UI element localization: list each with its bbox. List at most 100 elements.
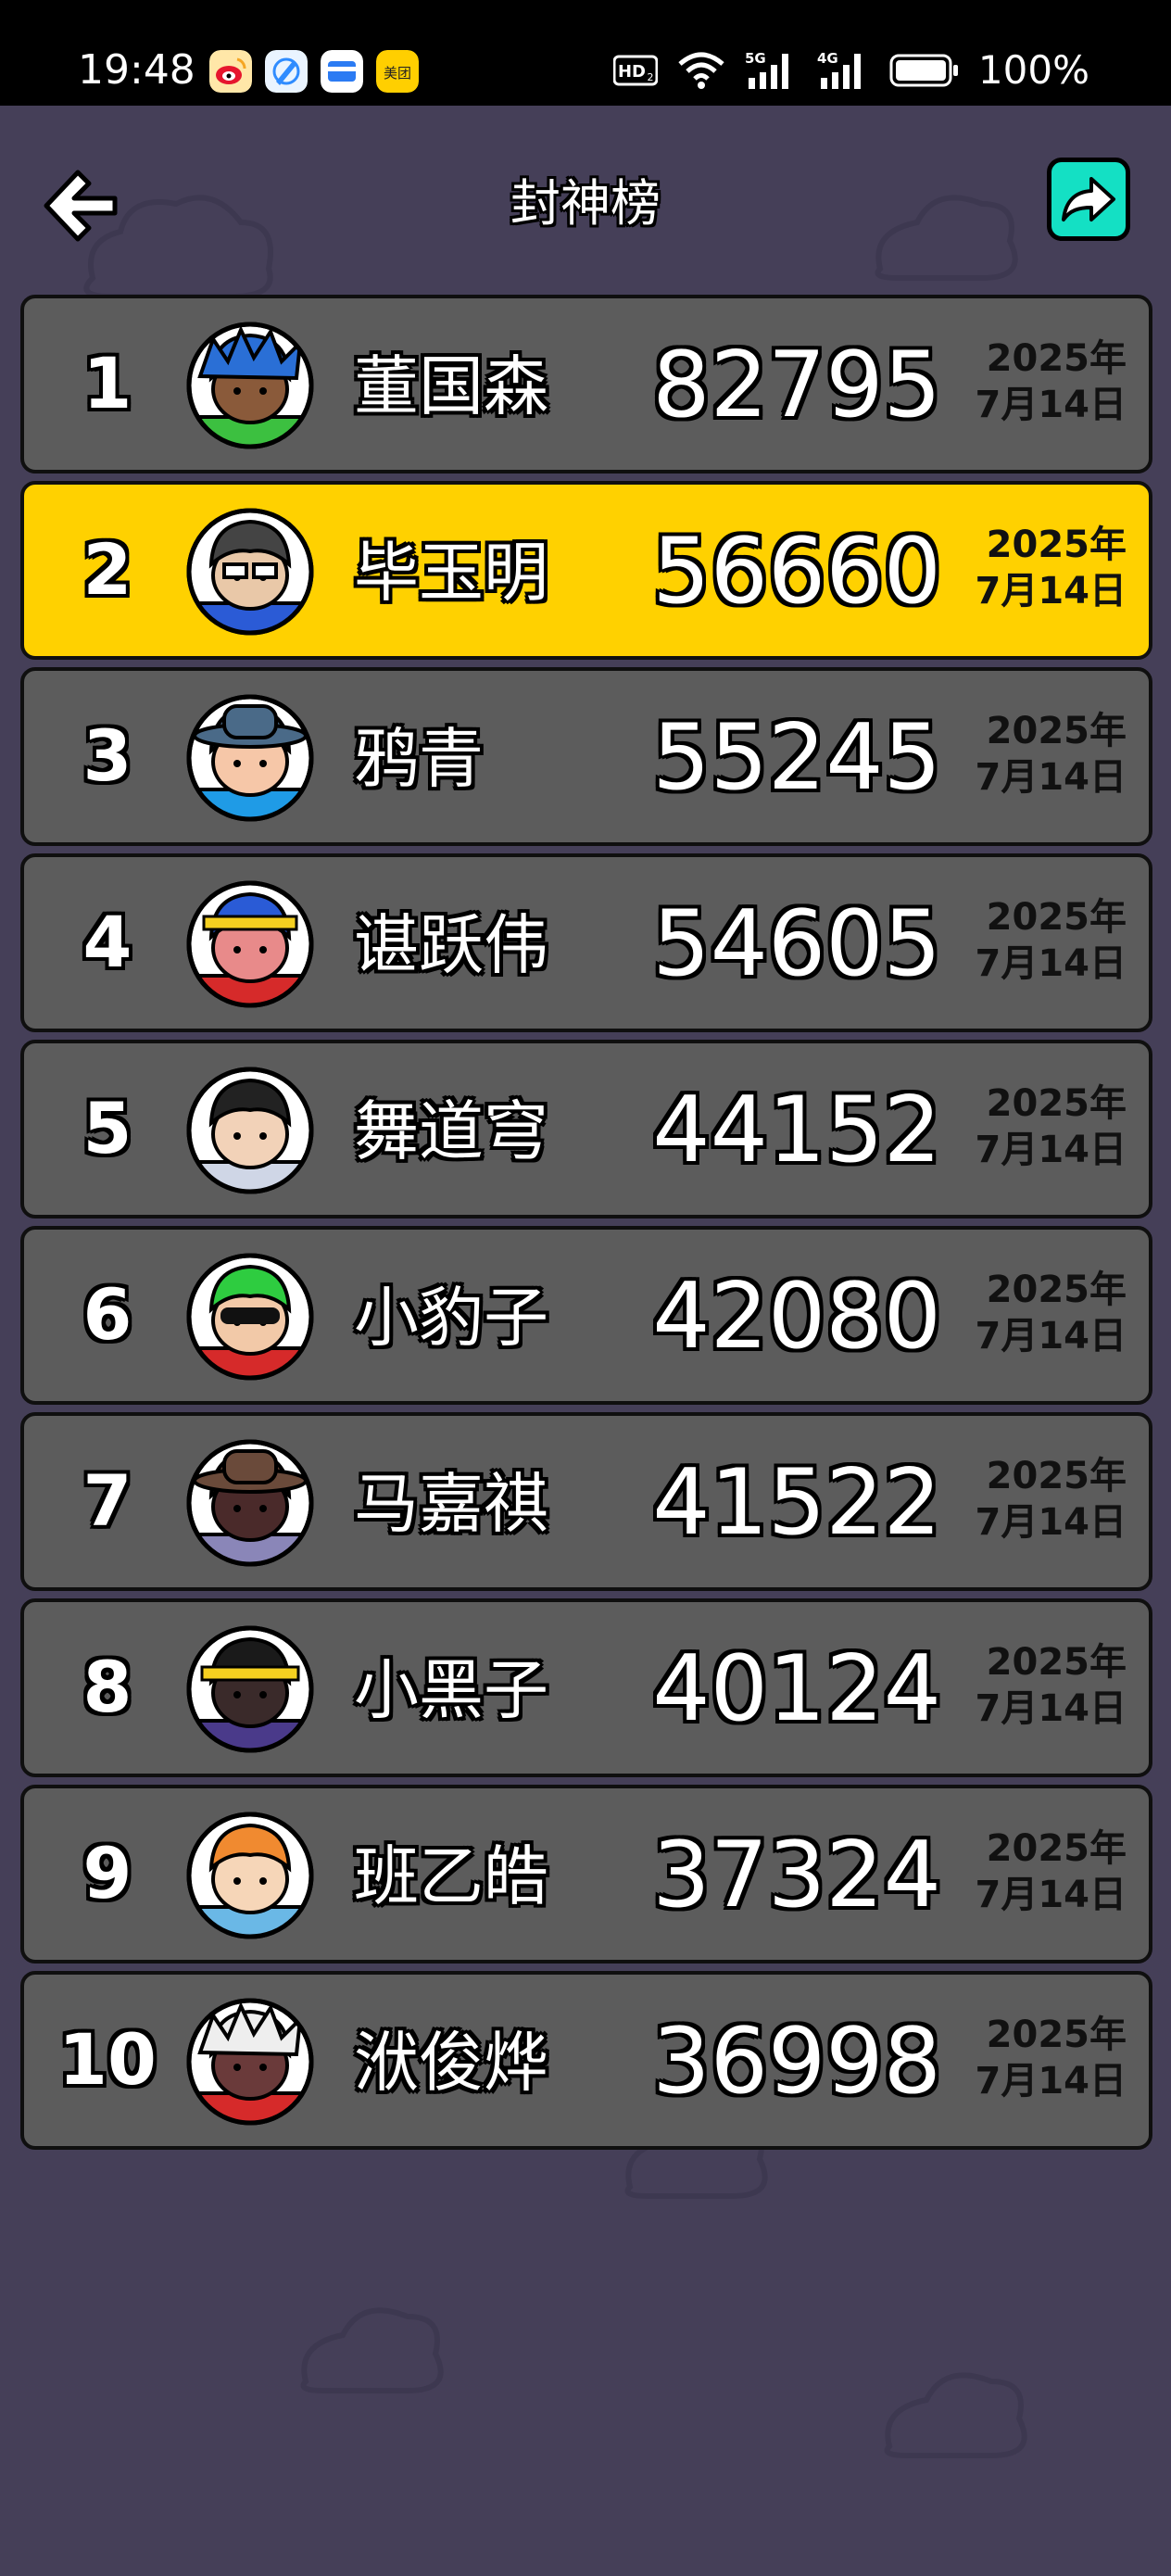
score-date-year: 2025年	[986, 710, 1127, 752]
score-date-day: 7月14日	[975, 1687, 1127, 1730]
score-date-day: 7月14日	[975, 384, 1127, 426]
status-indicators: HD 2 5G 4G 100%	[612, 44, 1089, 96]
leaderboard-row[interactable]: 8 小黑子 40124 2025年 7月14日	[20, 1598, 1152, 1777]
score-date: 2025年 7月14日	[941, 335, 1127, 428]
player-score: 40124	[652, 1636, 941, 1742]
notification-icons: 美团	[209, 50, 419, 93]
leaderboard-row[interactable]: 2 毕玉明 56660 2025年 7月14日	[20, 481, 1152, 660]
score-date: 2025年 7月14日	[941, 1453, 1127, 1546]
player-score: 56660	[652, 519, 941, 625]
score-date: 2025年 7月14日	[941, 1267, 1127, 1359]
score-date-day: 7月14日	[975, 756, 1127, 799]
player-score: 55245	[652, 705, 941, 811]
score-date-day: 7月14日	[975, 2060, 1127, 2102]
battery-icon	[889, 54, 958, 87]
leaderboard-row[interactable]: 4 谌跃伟 54605 2025年 7月14日	[20, 853, 1152, 1032]
score-date: 2025年 7月14日	[941, 1825, 1127, 1918]
leaderboard-row[interactable]: 6 小豹子 42080 2025年 7月14日	[20, 1226, 1152, 1405]
score-date-day: 7月14日	[975, 1501, 1127, 1544]
wifi-icon	[678, 52, 724, 89]
score-date-year: 2025年	[986, 1082, 1127, 1125]
leaderboard-row[interactable]: 10 洑俊烨 36998 2025年 7月14日	[20, 1971, 1152, 2150]
score-date-year: 2025年	[986, 896, 1127, 939]
weibo-icon	[209, 50, 252, 93]
player-score: 42080	[652, 1264, 941, 1370]
player-avatar	[185, 693, 315, 823]
score-date-year: 2025年	[986, 337, 1127, 380]
score-date: 2025年 7月14日	[941, 1639, 1127, 1732]
browser-icon	[265, 50, 308, 93]
player-name: 董国森	[354, 348, 548, 424]
score-date-year: 2025年	[986, 1269, 1127, 1311]
leaderboard-row[interactable]: 3 鸦青 55245 2025年 7月14日	[20, 667, 1152, 846]
player-name: 班乙皓	[354, 1838, 548, 1914]
score-date: 2025年 7月14日	[941, 522, 1127, 614]
rank-number: 4	[82, 901, 132, 983]
score-date-year: 2025年	[986, 1641, 1127, 1684]
player-name: 小黑子	[354, 1652, 548, 1728]
player-name: 谌跃伟	[354, 907, 548, 983]
player-score: 82795	[652, 333, 941, 438]
rank-number: 8	[82, 1646, 132, 1728]
share-button[interactable]	[1047, 158, 1130, 241]
player-name: 马嘉祺	[354, 1466, 548, 1542]
score-date-year: 2025年	[986, 524, 1127, 566]
player-name: 鸦青	[354, 721, 484, 797]
player-avatar	[185, 1997, 315, 2127]
rank-number: 7	[82, 1459, 132, 1542]
rank-number: 3	[82, 714, 132, 797]
player-avatar	[185, 1438, 315, 1568]
player-avatar	[185, 1252, 315, 1382]
hd-voice-icon: HD 2	[612, 55, 658, 86]
score-date-day: 7月14日	[975, 942, 1127, 985]
rank-number: 2	[82, 528, 132, 611]
battery-percent: 100%	[977, 47, 1089, 93]
leaderboard-row[interactable]: 9 班乙皓 37324 2025年 7月14日	[20, 1785, 1152, 1964]
meituan-icon: 美团	[376, 50, 419, 93]
rank-number: 1	[82, 342, 132, 424]
player-score: 36998	[652, 2009, 941, 2115]
player-score: 44152	[652, 1078, 941, 1183]
signal-5g-icon: 5G	[745, 50, 788, 89]
player-score: 37324	[652, 1823, 941, 1928]
player-avatar	[185, 507, 315, 637]
meituan-label: 美团	[384, 65, 411, 82]
player-avatar	[185, 879, 315, 1009]
player-score: 54605	[652, 891, 941, 997]
rank-number: 6	[82, 1273, 132, 1356]
player-name: 舞道穹	[354, 1093, 548, 1169]
player-score: 41522	[652, 1450, 941, 1556]
score-date: 2025年 7月14日	[941, 2012, 1127, 2104]
player-avatar	[185, 1811, 315, 1940]
rank-number: 10	[58, 2018, 157, 2101]
leaderboard-row[interactable]: 5 舞道穹 44152 2025年 7月14日	[20, 1040, 1152, 1219]
svg-text:5G: 5G	[745, 50, 766, 67]
player-name: 毕玉明	[354, 535, 548, 611]
score-date-day: 7月14日	[975, 1129, 1127, 1171]
signal-4g-icon: 4G	[817, 50, 861, 89]
score-date-day: 7月14日	[975, 570, 1127, 612]
score-date-year: 2025年	[986, 1827, 1127, 1870]
svg-text:4G: 4G	[817, 50, 838, 67]
leaderboard-row[interactable]: 7 马嘉祺 41522 2025年 7月14日	[20, 1412, 1152, 1591]
rank-number: 5	[82, 1087, 132, 1169]
player-avatar	[185, 321, 315, 450]
score-date: 2025年 7月14日	[941, 894, 1127, 987]
svg-text:HD: HD	[618, 62, 646, 82]
score-date-year: 2025年	[986, 2014, 1127, 2056]
wallet-icon	[321, 50, 363, 93]
score-date-day: 7月14日	[975, 1874, 1127, 1916]
score-date: 2025年 7月14日	[941, 1080, 1127, 1173]
leaderboard-row[interactable]: 1 董国森 82795 2025年 7月14日	[20, 295, 1152, 474]
player-name: 小豹子	[354, 1280, 548, 1356]
score-date-year: 2025年	[986, 1455, 1127, 1497]
score-date: 2025年 7月14日	[941, 708, 1127, 801]
status-bar: 19:48 美团 HD 2 5G 4G 100%	[0, 0, 1171, 106]
share-icon	[1062, 177, 1115, 221]
page-title: 封神榜	[510, 174, 661, 233]
player-avatar	[185, 1066, 315, 1195]
player-name: 洑俊烨	[354, 2025, 548, 2101]
rank-number: 9	[82, 1832, 132, 1914]
player-avatar	[185, 1624, 315, 1754]
score-date-day: 7月14日	[975, 1315, 1127, 1357]
